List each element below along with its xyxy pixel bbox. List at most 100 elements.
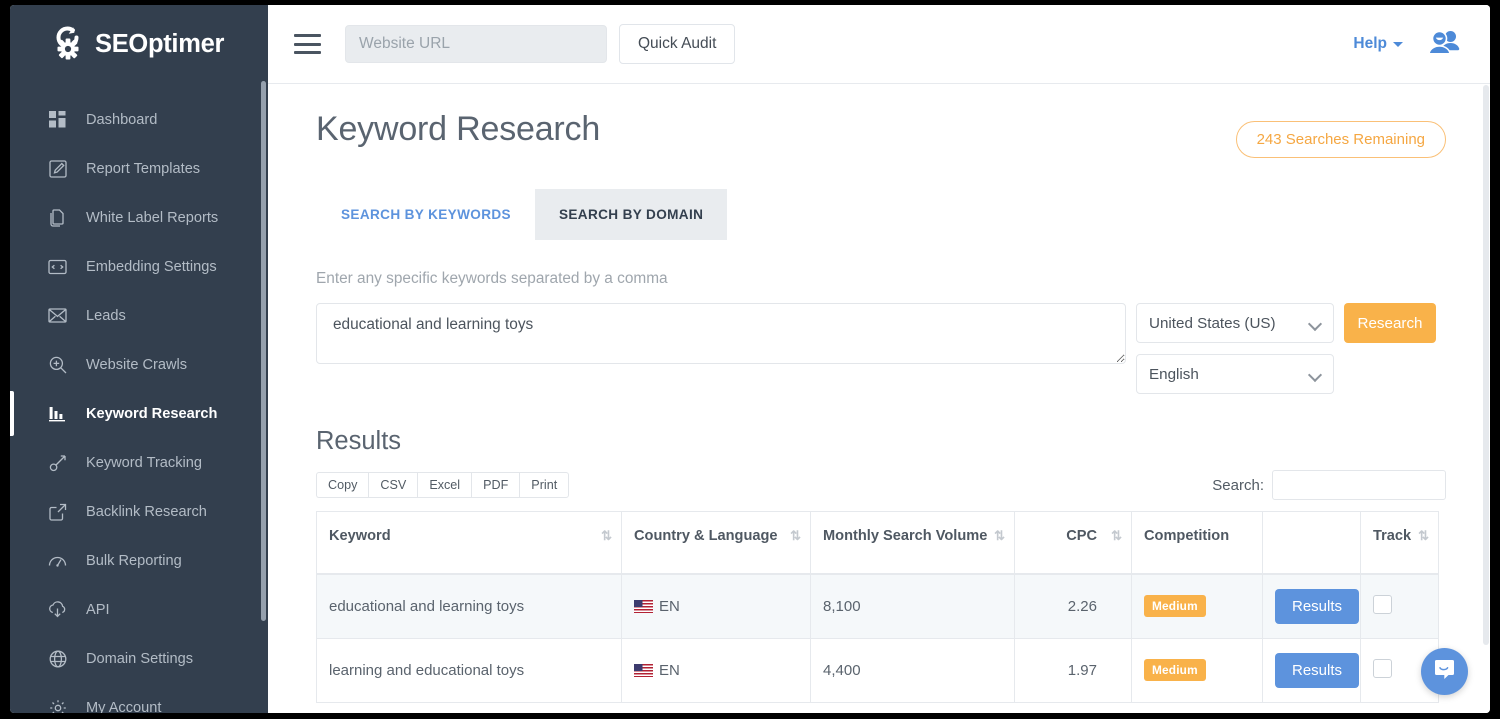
main-scrollbar[interactable]	[1483, 85, 1489, 645]
column-header-monthly-search-volume[interactable]: Monthly Search Volume ⇅	[811, 512, 1015, 574]
seoptimer-gear-logo-icon	[46, 25, 86, 65]
cell-results-action: Results	[1263, 638, 1361, 702]
column-label: Monthly Search Volume	[823, 528, 987, 544]
cell-country-language: EN	[622, 574, 811, 639]
table-row[interactable]: learning and educational toys EN 4,400 1…	[317, 638, 1439, 702]
sidebar-item-embedding-settings[interactable]: Embedding Settings	[10, 242, 268, 291]
tab-search-by-keywords[interactable]: SEARCH BY KEYWORDS	[317, 189, 535, 240]
sidebar-item-keyword-tracking[interactable]: Keyword Tracking	[10, 438, 268, 487]
sort-icon[interactable]: ⇅	[1111, 527, 1120, 545]
brand-name: SEOptimer	[95, 30, 224, 59]
page-title: Keyword Research	[316, 110, 600, 149]
column-header-track[interactable]: Track ⇅	[1361, 512, 1439, 574]
sidebar-scrollbar[interactable]	[261, 81, 266, 621]
sidebar-item-bulk-reporting[interactable]: Bulk Reporting	[10, 536, 268, 585]
language-select-wrapper: English	[1136, 354, 1334, 394]
sidebar: SEOptimer Dashboard Report Templates Whi	[10, 5, 268, 713]
cell-keyword: educational and learning toys	[317, 574, 622, 639]
tab-search-by-domain[interactable]: SEARCH BY DOMAIN	[535, 189, 727, 240]
locale-selects: United States (US) English	[1136, 303, 1334, 394]
sidebar-item-api[interactable]: API	[10, 585, 268, 634]
people-icon[interactable]	[1429, 30, 1460, 58]
table-body: educational and learning toys EN 8,100 2…	[317, 574, 1439, 703]
table-toolbar: Copy CSV Excel PDF Print Search:	[316, 470, 1446, 500]
sidebar-item-label: My Account	[86, 700, 161, 714]
cell-competition: Medium	[1132, 638, 1263, 702]
help-menu[interactable]: Help	[1353, 35, 1403, 53]
sidebar-item-keyword-research[interactable]: Keyword Research	[10, 389, 268, 438]
sort-icon[interactable]: ⇅	[790, 527, 799, 545]
us-flag-icon	[634, 664, 653, 677]
chat-bubble-icon	[1433, 658, 1456, 686]
table-search: Search:	[1212, 470, 1446, 500]
cell-country-language: EN	[622, 638, 811, 702]
help-label: Help	[1353, 35, 1387, 53]
competition-badge: Medium	[1144, 659, 1206, 681]
gear-icon	[48, 698, 67, 713]
sidebar-item-label: API	[86, 602, 110, 618]
speedometer-icon	[48, 551, 67, 570]
search-form: United States (US) English Research	[316, 303, 1446, 394]
column-label: Country & Language	[634, 528, 778, 544]
print-button[interactable]: Print	[519, 472, 569, 498]
searches-remaining-badge[interactable]: 243 Searches Remaining	[1236, 121, 1446, 158]
column-header-cpc[interactable]: CPC ⇅	[1015, 512, 1132, 574]
column-header-actions	[1263, 512, 1361, 574]
cell-keyword: learning and educational toys	[317, 638, 622, 702]
sidebar-item-website-crawls[interactable]: Website Crawls	[10, 340, 268, 389]
cell-monthly-search-volume: 4,400	[811, 638, 1015, 702]
cell-cpc: 1.97	[1015, 638, 1132, 702]
table-search-label: Search:	[1212, 477, 1264, 494]
keywords-field-label: Enter any specific keywords separated by…	[316, 270, 1446, 288]
cell-track	[1361, 574, 1439, 639]
country-select-wrapper: United States (US)	[1136, 303, 1334, 343]
sort-icon[interactable]: ⇅	[601, 527, 610, 545]
sidebar-item-report-templates[interactable]: Report Templates	[10, 144, 268, 193]
sidebar-item-label: Backlink Research	[86, 504, 207, 520]
sidebar-item-label: White Label Reports	[86, 210, 218, 226]
track-checkbox[interactable]	[1373, 659, 1392, 678]
sidebar-item-white-label-reports[interactable]: White Label Reports	[10, 193, 268, 242]
sort-icon[interactable]: ⇅	[1418, 527, 1427, 545]
row-results-button[interactable]: Results	[1275, 653, 1359, 688]
column-label: CPC	[1066, 528, 1097, 544]
copy-button[interactable]: Copy	[316, 472, 368, 498]
key-arrow-icon	[48, 453, 67, 472]
page-content: Keyword Research 243 Searches Remaining …	[268, 84, 1490, 713]
column-header-competition[interactable]: Competition	[1132, 512, 1263, 574]
pdf-button[interactable]: PDF	[471, 472, 519, 498]
website-url-input[interactable]	[345, 25, 607, 63]
csv-button[interactable]: CSV	[368, 472, 417, 498]
sidebar-item-domain-settings[interactable]: Domain Settings	[10, 634, 268, 683]
cell-cpc: 2.26	[1015, 574, 1132, 639]
sidebar-item-dashboard[interactable]: Dashboard	[10, 95, 268, 144]
code-window-icon	[48, 257, 67, 276]
sidebar-item-backlink-research[interactable]: Backlink Research	[10, 487, 268, 536]
sidebar-item-label: Domain Settings	[86, 651, 193, 667]
quick-audit-button[interactable]: Quick Audit	[619, 24, 735, 64]
country-select[interactable]: United States (US)	[1136, 303, 1334, 343]
column-header-country-language[interactable]: Country & Language ⇅	[622, 512, 811, 574]
track-checkbox[interactable]	[1373, 595, 1392, 614]
excel-button[interactable]: Excel	[417, 472, 471, 498]
sidebar-item-label: Leads	[86, 308, 126, 324]
us-flag-icon	[634, 600, 653, 613]
table-search-input[interactable]	[1272, 470, 1446, 500]
sidebar-item-leads[interactable]: Leads	[10, 291, 268, 340]
external-link-icon	[48, 502, 67, 521]
sidebar-item-label: Dashboard	[86, 112, 157, 128]
envelope-icon	[48, 306, 67, 325]
main-area: Quick Audit Help	[268, 5, 1490, 713]
column-header-keyword[interactable]: Keyword ⇅	[317, 512, 622, 574]
language-select[interactable]: English	[1136, 354, 1334, 394]
column-label: Track	[1373, 528, 1411, 544]
sidebar-item-my-account[interactable]: My Account	[10, 683, 268, 713]
row-results-button[interactable]: Results	[1275, 589, 1359, 624]
hamburger-menu-icon[interactable]	[294, 34, 321, 54]
sort-icon[interactable]: ⇅	[994, 527, 1003, 545]
keywords-input[interactable]	[316, 303, 1126, 364]
intercom-launcher-button[interactable]	[1421, 648, 1468, 695]
brand[interactable]: SEOptimer	[10, 5, 268, 84]
table-row[interactable]: educational and learning toys EN 8,100 2…	[317, 574, 1439, 639]
research-button[interactable]: Research	[1344, 303, 1436, 343]
